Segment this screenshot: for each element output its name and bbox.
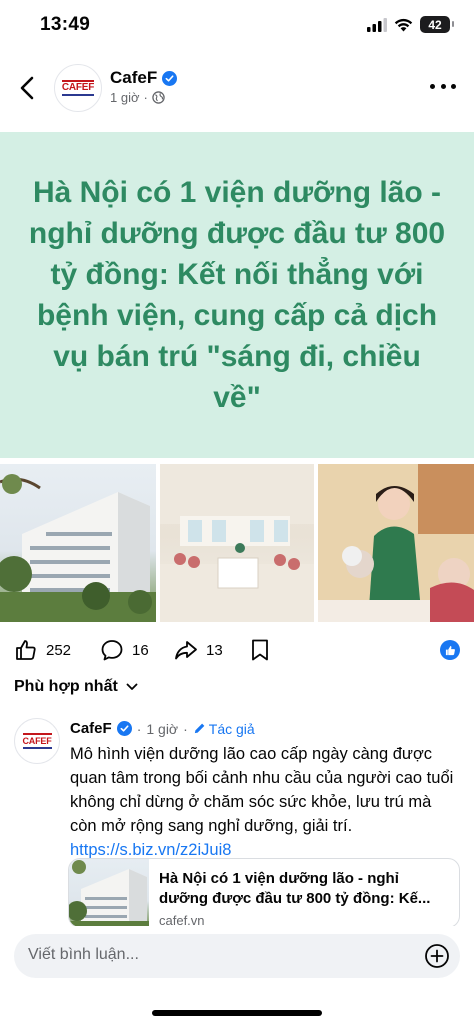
- save-button[interactable]: [250, 638, 270, 662]
- author-badge: Tác giả: [193, 721, 255, 737]
- thumbs-up-icon: [16, 640, 36, 660]
- comment-text: Mô hình viện dưỡng lão cao cấp ngày càng…: [70, 742, 462, 862]
- signal-icon: [367, 17, 387, 32]
- post-meta: 1 giờ ·: [110, 90, 165, 105]
- comment-body: Mô hình viện dưỡng lão cao cấp ngày càng…: [70, 745, 454, 835]
- sort-label: Phù hợp nhất: [14, 678, 118, 695]
- building-illustration: [0, 474, 156, 622]
- dot-icon: [451, 83, 456, 89]
- author-badge-label: Tác giả: [208, 720, 255, 737]
- post-header: CAFEF CafeF 1 giờ ·: [0, 58, 474, 120]
- back-button[interactable]: [12, 70, 42, 106]
- comment-sort-dropdown[interactable]: Phù hợp nhất: [14, 678, 138, 696]
- link-title: Hà Nội có 1 viện dưỡng lão - nghỉ dưỡng …: [159, 870, 431, 907]
- photo-caregiver[interactable]: [318, 464, 474, 622]
- comment-input[interactable]: Viết bình luận...: [14, 934, 460, 978]
- banner-title: Hà Nội có 1 viện dưỡng lão - nghỉ dưỡng …: [28, 176, 446, 414]
- add-circle-icon[interactable]: [424, 943, 450, 969]
- status-bar: 13:49 42: [0, 0, 474, 52]
- comment-time: 1 giờ: [146, 720, 179, 737]
- comment-button[interactable]: 16: [100, 638, 149, 662]
- dot-icon: [440, 83, 446, 89]
- share-arrow-icon: [175, 641, 197, 660]
- photo-strip: [0, 464, 474, 622]
- battery-indicator: 42: [420, 16, 454, 33]
- post-banner[interactable]: Hà Nội có 1 viện dưỡng lão - nghỉ dưỡng …: [0, 132, 474, 458]
- like-reaction-icon[interactable]: [440, 640, 460, 660]
- more-options-button[interactable]: [430, 76, 456, 96]
- dot-icon: [430, 83, 435, 89]
- share-button[interactable]: 13: [174, 638, 223, 662]
- activity-room-illustration: [160, 464, 314, 622]
- comment-link[interactable]: https://s.biz.vn/z2iJui8: [70, 841, 231, 859]
- pencil-icon: [194, 723, 205, 734]
- chevron-down-icon: [126, 683, 138, 690]
- comment-count: 16: [132, 641, 149, 659]
- page-avatar[interactable]: CAFEF: [54, 64, 102, 112]
- wifi-icon: [394, 18, 413, 31]
- link-preview-card[interactable]: Hà Nội có 1 viện dưỡng lão - nghỉ dưỡng …: [68, 858, 460, 928]
- comment-input-placeholder: Viết bình luận...: [28, 946, 139, 963]
- bookmark-icon: [252, 639, 268, 661]
- link-thumbnail: [69, 859, 149, 927]
- cafef-logo: CAFEF: [22, 733, 52, 749]
- page-name[interactable]: CafeF: [110, 68, 178, 88]
- home-indicator[interactable]: [152, 1010, 322, 1016]
- comment-avatar[interactable]: CAFEF: [14, 718, 60, 764]
- like-count: 252: [46, 641, 72, 659]
- status-time: 13:49: [40, 14, 91, 35]
- comment-bubble-icon: [101, 640, 123, 661]
- share-count: 13: [206, 641, 223, 659]
- photo-building[interactable]: [0, 464, 156, 622]
- like-button[interactable]: 252: [14, 638, 71, 662]
- verified-badge-icon: [162, 70, 178, 86]
- chevron-left-icon: [20, 76, 34, 100]
- reactions-bar: 252 16 13: [0, 630, 474, 670]
- photo-activity-room[interactable]: [160, 464, 314, 622]
- post-time: 1 giờ: [110, 90, 140, 105]
- globe-icon: [152, 91, 165, 104]
- cafef-logo: CAFEF: [61, 80, 94, 96]
- composer-bar: Viết bình luận...: [0, 926, 474, 1024]
- caregiver-illustration: [318, 464, 474, 622]
- comment-author[interactable]: CafeF: [70, 720, 112, 737]
- status-icons: 42: [367, 16, 454, 33]
- comment-header: CafeF · 1 giờ · Tác giả: [70, 720, 255, 737]
- page-name-text: CafeF: [110, 68, 158, 87]
- verified-badge-icon: [116, 721, 132, 736]
